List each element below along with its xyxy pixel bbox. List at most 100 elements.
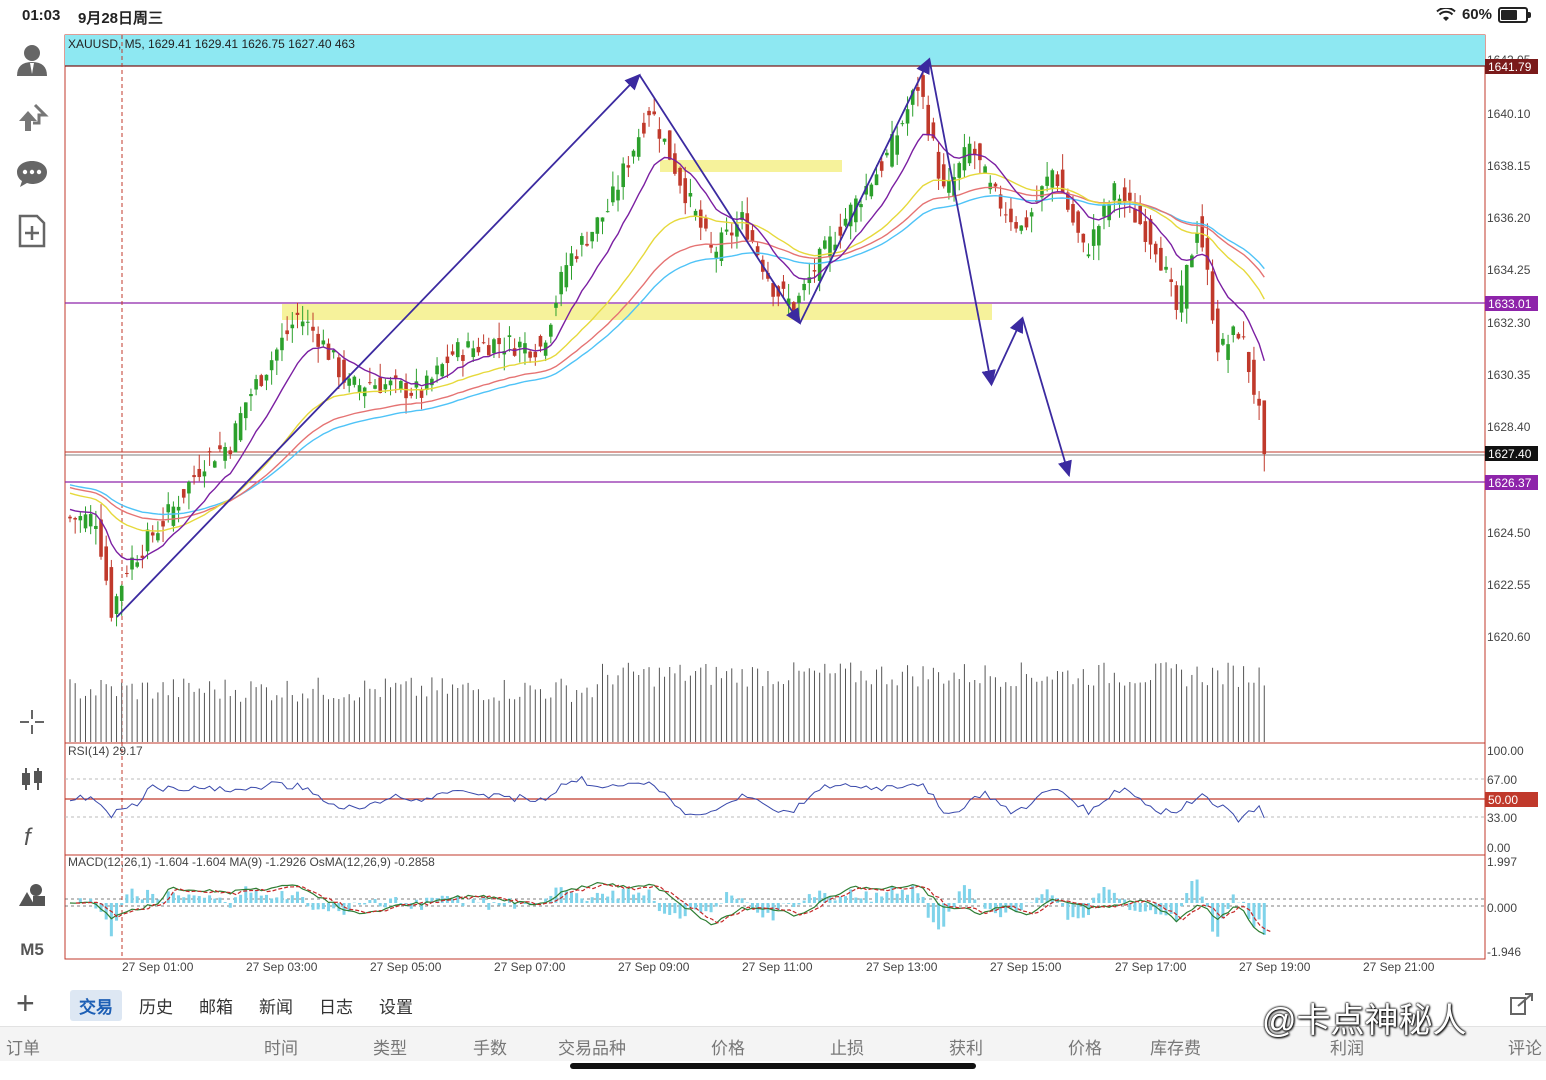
new-order-button[interactable] [12, 211, 52, 251]
candle-body [223, 447, 227, 461]
candle-body [729, 232, 734, 236]
candle-body [68, 516, 72, 519]
candle-body [1138, 205, 1142, 225]
candle-body [393, 375, 398, 378]
time-axis: 27 Sep 01:00 27 Sep 03:00 27 Sep 05:00 2… [122, 960, 1435, 974]
candle-body [1107, 204, 1111, 221]
col-type[interactable]: 类型 [373, 1034, 407, 1059]
objects-button[interactable] [12, 874, 52, 914]
chat-bubble-icon [17, 161, 47, 187]
col-price[interactable]: 价格 [1068, 1034, 1102, 1059]
candle-body [135, 562, 140, 567]
candle-body [631, 150, 636, 157]
price-tick: 1634.25 [1487, 263, 1531, 277]
candle-body [600, 217, 605, 222]
col-symbol[interactable]: 交易品种 [558, 1034, 626, 1059]
col-stop-loss[interactable]: 止损 [830, 1034, 864, 1059]
candle-body [316, 333, 320, 347]
col-open-price[interactable]: 价格 [711, 1034, 745, 1059]
candle-body [916, 87, 920, 91]
candle-body [812, 270, 817, 272]
crosshair-button[interactable] [12, 702, 52, 742]
price-tick: 1638.15 [1487, 159, 1531, 173]
chart-type-button[interactable] [12, 759, 52, 799]
tab-trade[interactable]: 交易 [70, 990, 122, 1021]
time-tick: 27 Sep 01:00 [122, 960, 194, 974]
col-comment[interactable]: 评论 [1508, 1034, 1542, 1059]
time-tick: 27 Sep 09:00 [618, 960, 690, 974]
candle-body [1169, 279, 1174, 282]
candle-body [1257, 398, 1261, 406]
candle-body [642, 122, 646, 134]
status-date: 9月28日周三 [78, 10, 164, 27]
candle-body [554, 302, 558, 308]
candle-body [662, 138, 667, 142]
candle-body [357, 385, 362, 393]
candle-body [228, 450, 233, 455]
candle-body [1236, 333, 1241, 339]
candle-body [549, 324, 553, 337]
account-button[interactable] [12, 40, 52, 80]
candle-body [404, 382, 408, 399]
candle-body [879, 161, 884, 171]
candle-body [1071, 204, 1075, 223]
candle-body [388, 380, 393, 386]
candle-body [667, 130, 672, 160]
col-order[interactable]: 订单 [6, 1034, 40, 1059]
price-tick: 1640.10 [1487, 107, 1531, 121]
chart-info: XAUUSD, M5, 1629.41 1629.41 1626.75 1627… [68, 37, 355, 51]
candle-body [507, 335, 512, 338]
candle-body [306, 321, 310, 323]
candle-body [424, 375, 429, 390]
candle-body [197, 468, 202, 478]
candle-body [978, 143, 982, 161]
candle-body [450, 351, 455, 355]
rsi-tick: 0.00 [1487, 841, 1511, 855]
candle-body [466, 341, 470, 348]
candle-body [368, 382, 372, 384]
candle-body [1055, 174, 1060, 186]
candle-body [455, 342, 460, 358]
tab-mailbox[interactable]: 邮箱 [190, 990, 242, 1021]
candle-body [533, 351, 538, 358]
share-icon[interactable] [1508, 990, 1536, 1018]
tab-settings[interactable]: 设置 [370, 990, 422, 1021]
time-tick: 27 Sep 17:00 [1115, 960, 1187, 974]
col-time[interactable]: 时间 [264, 1034, 298, 1059]
tab-journal[interactable]: 日志 [310, 990, 362, 1021]
candle-body [926, 104, 931, 136]
col-swap[interactable]: 库存费 [1150, 1034, 1201, 1059]
macd-panel-frame [64, 854, 1486, 960]
candle-body [719, 232, 724, 262]
candle-body [145, 529, 150, 552]
candle-body [652, 111, 657, 115]
indicators-button[interactable]: f [12, 816, 52, 856]
candle-body [435, 365, 439, 375]
price-tick: 1632.30 [1487, 316, 1531, 330]
add-panel-button[interactable]: + [16, 987, 35, 1019]
trade-button[interactable] [12, 98, 52, 138]
timeframe-button[interactable]: M5 [12, 930, 52, 970]
tab-news[interactable]: 新闻 [250, 990, 302, 1021]
candle-body [1159, 247, 1163, 271]
col-take-profit[interactable]: 获利 [949, 1034, 983, 1059]
macd-histogram [68, 879, 1271, 937]
add-document-icon [18, 214, 46, 248]
rsi-axis: 100.00 67.00 50.00 33.00 0.00 [1485, 744, 1538, 855]
candle-body [419, 389, 424, 398]
candle-body [409, 392, 414, 396]
candle-body [657, 129, 662, 139]
candle-body [1086, 254, 1091, 257]
candle-body [636, 137, 641, 157]
candle-body [202, 471, 207, 477]
chat-button[interactable] [12, 154, 52, 194]
time-tick: 27 Sep 07:00 [494, 960, 566, 974]
candle-body [486, 345, 491, 356]
macd-label: MACD(12,26,1) -1.604 -1.604 MA(9) -1.292… [68, 855, 435, 869]
candle-body [254, 379, 258, 390]
chart-area[interactable]: 1642.05 1640.10 1638.15 1636.20 1634.25 … [0, 30, 1546, 980]
col-volume[interactable]: 手数 [473, 1034, 507, 1059]
candle-body [1097, 226, 1101, 246]
price-chart[interactable]: 1642.05 1640.10 1638.15 1636.20 1634.25 … [0, 30, 1546, 980]
tab-history[interactable]: 历史 [130, 990, 182, 1021]
